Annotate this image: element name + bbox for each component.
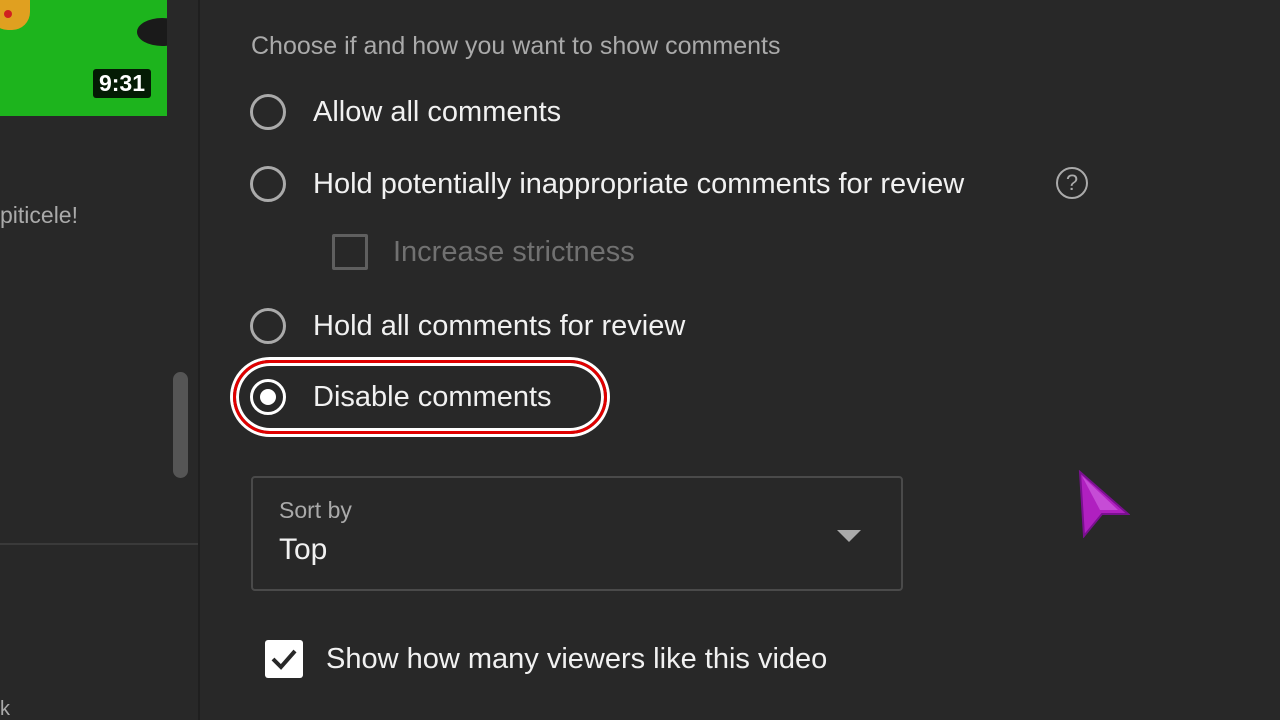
increase-strictness-label: Increase strictness xyxy=(393,235,635,268)
radio-allow-all[interactable]: Allow all comments xyxy=(250,90,561,134)
radio-button[interactable] xyxy=(250,94,286,130)
video-duration: 9:31 xyxy=(92,69,151,98)
sort-by-value: Top xyxy=(279,533,328,566)
scrollbar-thumb[interactable] xyxy=(173,372,188,478)
radio-label: Hold all comments for review xyxy=(313,309,686,342)
radio-button[interactable] xyxy=(250,166,286,202)
video-title-fragment[interactable]: piticele! xyxy=(0,202,78,229)
show-likes-checkbox[interactable] xyxy=(265,640,303,678)
comments-subtitle: Choose if and how you want to show comme… xyxy=(251,32,781,60)
help-icon[interactable]: ? xyxy=(1056,167,1088,199)
comments-settings-page: 9:31 piticele! k Choose if and how you w… xyxy=(0,0,1280,720)
thumbnail-character xyxy=(0,0,30,30)
radio-label: Hold potentially inappropriate comments … xyxy=(313,167,965,200)
video-thumbnail[interactable]: 9:31 xyxy=(0,0,167,116)
increase-strictness-option: Increase strictness xyxy=(332,234,635,270)
radio-button[interactable] xyxy=(250,308,286,344)
mouse-cursor-icon xyxy=(1078,470,1130,538)
radio-label: Allow all comments xyxy=(313,95,562,128)
sort-by-select[interactable]: Sort by Top xyxy=(251,476,903,591)
show-likes-label: Show how many viewers like this video xyxy=(326,642,828,675)
divider xyxy=(0,543,198,545)
show-likes-option[interactable]: Show how many viewers like this video xyxy=(265,640,827,678)
bottom-text-fragment: k xyxy=(0,698,10,720)
radio-hold-inappropriate[interactable]: Hold potentially inappropriate comments … xyxy=(250,162,964,206)
dropdown-arrow-icon xyxy=(837,530,861,542)
increase-strictness-checkbox xyxy=(332,234,368,270)
radio-label: Disable comments xyxy=(313,380,552,413)
radio-button-selected[interactable] xyxy=(250,379,286,415)
radio-hold-all[interactable]: Hold all comments for review xyxy=(250,304,685,348)
checkmark-icon xyxy=(271,649,297,670)
sort-by-label: Sort by xyxy=(279,497,352,523)
left-panel: 9:31 piticele! k xyxy=(0,0,200,720)
thumbnail-hole xyxy=(137,18,167,46)
radio-disable-comments[interactable]: Disable comments xyxy=(250,375,552,419)
